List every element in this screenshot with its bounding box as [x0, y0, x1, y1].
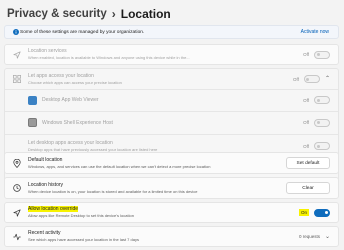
location-arrow-icon: [12, 50, 22, 60]
app-toggle[interactable]: [314, 96, 330, 104]
location-services-toggle[interactable]: [314, 50, 330, 59]
clear-button[interactable]: Clear: [286, 182, 330, 194]
app-name: Desktop App Web Viewer: [42, 97, 99, 103]
breadcrumb-separator: ›: [111, 7, 116, 21]
map-pin-icon: [12, 158, 22, 168]
shell-app-icon: [28, 118, 37, 127]
location-override-card: Allow location override Allow apps like …: [4, 202, 339, 223]
desktop-apps-toggle[interactable]: [314, 142, 330, 150]
app-row: Desktop App Web Viewer Off: [5, 90, 338, 110]
managed-banner: Some of these settings are managed by yo…: [4, 25, 339, 39]
apps-list-icon: [12, 74, 22, 84]
location-arrow-icon: [12, 208, 22, 218]
chevron-up-icon[interactable]: ⌃: [325, 76, 330, 82]
location-services-title: Location services: [28, 48, 67, 54]
desktop-apps-desc: Desktop apps that have previously access…: [28, 146, 158, 152]
breadcrumb-parent[interactable]: Privacy & security: [7, 8, 107, 20]
app-row: Windows Shell Experience Host Off: [5, 112, 338, 133]
default-location-card: Default location Windows, apps, and serv…: [4, 152, 339, 174]
activate-now-link[interactable]: Activate now: [301, 29, 329, 35]
web-viewer-app-icon: [28, 95, 37, 105]
apps-access-header[interactable]: Let apps access your location Choose whi…: [5, 69, 338, 89]
location-services-desc: When enabled, location is available to W…: [28, 55, 190, 60]
location-history-desc: When device location is on, your locatio…: [28, 188, 198, 194]
breadcrumb: Privacy & security › Location: [7, 6, 171, 22]
recent-activity-title: Recent activity: [28, 230, 61, 236]
managed-banner-text: Some of these settings are managed by yo…: [20, 29, 145, 35]
location-services-card: Location services When enabled, location…: [4, 44, 339, 65]
desktop-apps-title: Let desktop apps access your location: [28, 139, 113, 146]
location-override-title: Allow location override: [28, 206, 79, 212]
app-toggle[interactable]: [314, 118, 330, 127]
default-location-desc: Windows, apps, and services can use the …: [28, 163, 211, 169]
apps-access-state: Off: [293, 76, 299, 82]
location-override-state: On: [298, 209, 309, 216]
apps-access-toggle[interactable]: [303, 75, 320, 83]
default-location-title: Default location: [28, 156, 63, 163]
recent-activity-count: 0 requests: [298, 234, 320, 239]
page-title: Location: [120, 7, 171, 21]
location-history-card: Location history When device location is…: [4, 177, 339, 199]
apps-access-desc: Choose which apps can access your precis…: [28, 79, 122, 85]
desktop-apps-state: Off: [303, 143, 309, 149]
recent-activity-card[interactable]: Recent activity See which apps have acce…: [4, 226, 339, 247]
app-name: Windows Shell Experience Host: [42, 119, 113, 126]
app-state: Off: [303, 97, 309, 103]
location-override-desc: Allow apps like Remote Desktop to set th…: [28, 213, 134, 218]
location-override-toggle[interactable]: [314, 208, 330, 217]
location-history-title: Location history: [28, 181, 64, 188]
apps-access-title: Let apps access your location: [28, 72, 94, 79]
history-icon: [12, 183, 22, 193]
activity-pulse-icon: [12, 232, 22, 242]
app-state: Off: [303, 120, 309, 125]
location-services-state: Off: [303, 52, 309, 57]
chevron-down-icon[interactable]: ⌄: [325, 234, 330, 240]
recent-activity-desc: See which apps have accessed your locati…: [28, 237, 139, 242]
set-default-button[interactable]: Set default: [286, 157, 330, 169]
